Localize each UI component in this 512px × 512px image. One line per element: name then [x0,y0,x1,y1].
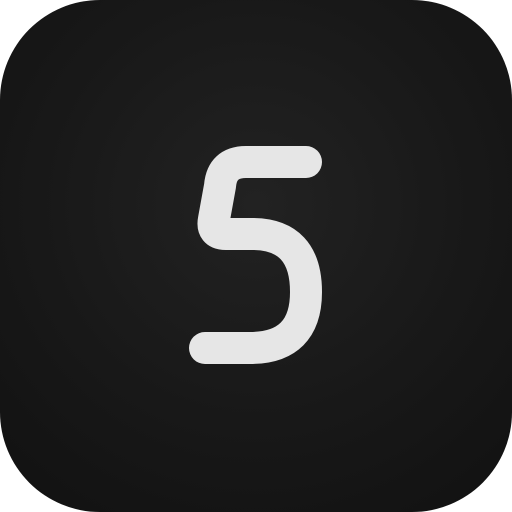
digit-five-icon [189,146,322,364]
app-icon[interactable]: 5 [0,0,512,512]
